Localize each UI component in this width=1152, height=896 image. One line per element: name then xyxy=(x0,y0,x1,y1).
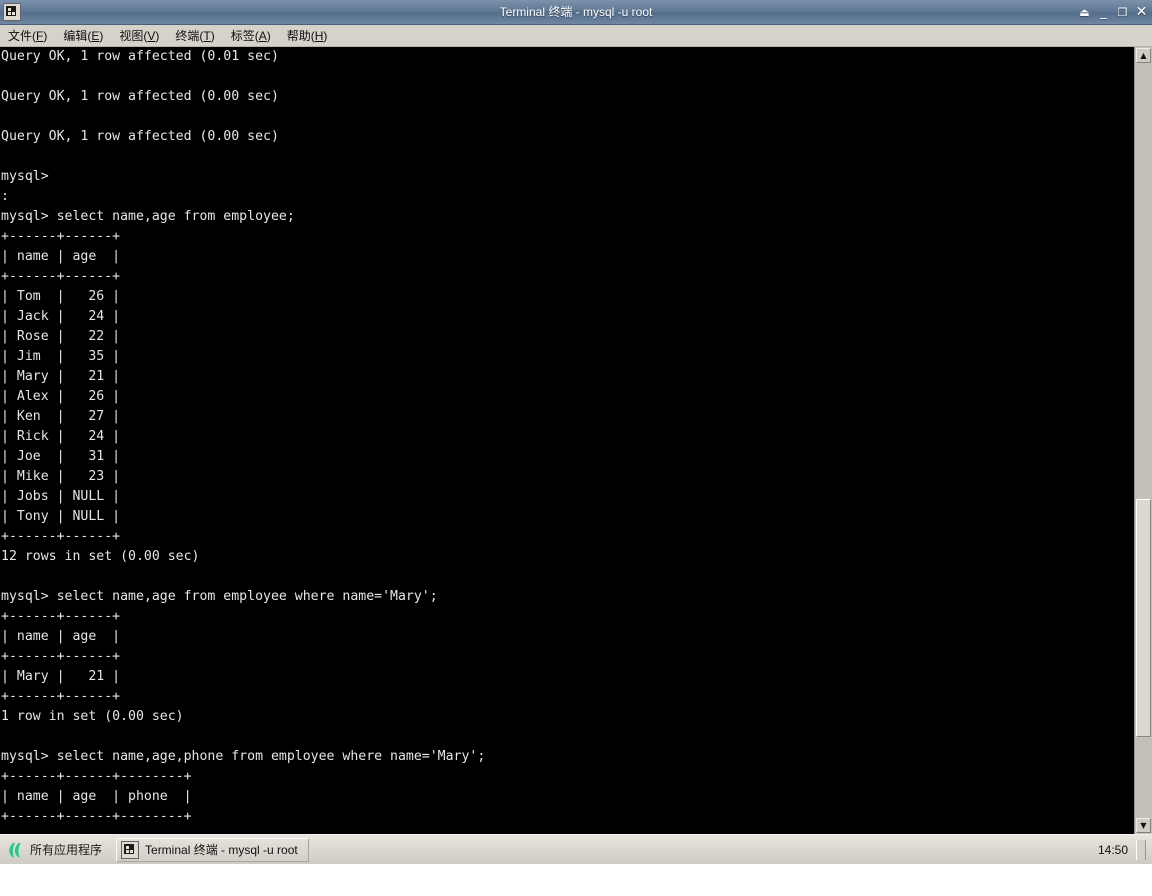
terminal-line: | name | age | xyxy=(1,249,121,264)
terminal-line: 1 row in set (0.00 sec) xyxy=(1,709,184,724)
close-button[interactable]: ✕ xyxy=(1133,3,1150,21)
menu-item-help[interactable]: 帮助(H) xyxy=(287,25,336,46)
terminal-line: | Jobs | NULL | xyxy=(1,489,121,504)
terminal-line: mysql> select name,age,phone from employ… xyxy=(1,749,486,764)
menu-tail-file: ) xyxy=(43,29,48,43)
terminal-line: +------+------+ xyxy=(1,649,121,664)
menu-item-tabs[interactable]: 标签(A) xyxy=(231,25,279,46)
menu-item-terminal[interactable]: 终端(T) xyxy=(175,25,222,46)
terminal-line: | Jim | 35 | xyxy=(1,349,121,364)
terminal-line: | Alex | 26 | xyxy=(1,389,121,404)
menu-label-help: 帮助( xyxy=(286,29,315,43)
leaf-logo-icon xyxy=(6,841,24,859)
terminal-line: Query OK, 1 row affected (0.00 sec) xyxy=(1,129,279,144)
scroll-up-icon[interactable]: ▲ xyxy=(1136,48,1151,63)
terminal-output[interactable]: Query OK, 1 row affected (0.01 sec) Quer… xyxy=(0,47,1134,834)
terminal-line: +------+------+ xyxy=(1,529,121,544)
menu-label-tabs: 标签( xyxy=(230,29,259,43)
window-title: Terminal 终端 - mysql -u root xyxy=(499,5,653,19)
terminal-line: 12 rows in set (0.00 sec) xyxy=(1,549,200,564)
shade-button[interactable]: ⏏ xyxy=(1076,3,1093,21)
terminal-line: | name | age | xyxy=(1,629,121,644)
terminal-line: | Mary | 21 | xyxy=(1,669,121,684)
all-applications-button[interactable]: 所有应用程序 xyxy=(2,837,110,863)
menu-item-file[interactable]: 文件(F) xyxy=(8,25,55,46)
terminal-line: | name | age | phone | xyxy=(1,789,192,804)
all-applications-label: 所有应用程序 xyxy=(30,843,103,857)
terminal-line: | Rick | 24 | xyxy=(1,429,121,444)
terminal-line: +------+------+ xyxy=(1,269,121,284)
menubar: 文件(F) 编辑(E) 视图(V) 终端(T) 标签(A) 帮助(H) xyxy=(0,25,1152,47)
terminal-line: +------+------+--------+ xyxy=(1,769,192,784)
terminal-line: : xyxy=(1,189,9,204)
menu-tail-view: ) xyxy=(155,29,160,43)
terminal-line: +------+------+--------+ xyxy=(1,809,192,824)
terminal-line: | Ken | 27 | xyxy=(1,409,121,424)
scroll-down-icon[interactable]: ▼ xyxy=(1136,818,1151,833)
terminal-area: Query OK, 1 row affected (0.01 sec) Quer… xyxy=(0,47,1152,834)
terminal-line: | Mike | 23 | xyxy=(1,469,121,484)
terminal-line: Query OK, 1 row affected (0.00 sec) xyxy=(1,89,279,104)
menu-tail-edit: ) xyxy=(99,29,104,43)
menu-mnemonic-terminal: T xyxy=(203,29,211,43)
terminal-scrollbar[interactable]: ▲ ▼ xyxy=(1134,47,1152,834)
window-titlebar[interactable]: Terminal 终端 - mysql -u root ⏏ _ ❐ ✕ xyxy=(0,0,1152,25)
minimize-button[interactable]: _ xyxy=(1095,3,1112,21)
terminal-icon xyxy=(121,840,140,859)
system-tray: 14:50 xyxy=(1098,839,1152,860)
taskbar-window-button[interactable]: Terminal 终端 - mysql -u root xyxy=(116,837,309,862)
terminal-line: mysql> select name,age from employee whe… xyxy=(1,589,438,604)
menu-tail-terminal: ) xyxy=(210,29,215,43)
desktop: Terminal 终端 - mysql -u root ⏏ _ ❐ ✕ 文件(F… xyxy=(0,0,1152,896)
menu-label-file: 文件( xyxy=(8,29,36,43)
taskbar: 所有应用程序 Terminal 终端 - mysql -u root 14:50 xyxy=(0,834,1152,864)
terminal-line: | Tom | 26 | xyxy=(1,289,121,304)
maximize-button[interactable]: ❐ xyxy=(1114,3,1131,21)
terminal-line: | Mary | 21 | xyxy=(1,369,121,384)
menu-label-edit: 编辑( xyxy=(63,29,92,43)
menu-label-terminal: 终端( xyxy=(175,29,204,43)
terminal-line: | Joe | 31 | xyxy=(1,449,121,464)
terminal-line: mysql> xyxy=(1,169,49,184)
scrollbar-thumb[interactable] xyxy=(1136,499,1151,737)
terminal-line: +------+------+ xyxy=(1,609,121,624)
menu-mnemonic-tabs: A xyxy=(258,29,267,43)
terminal-line: | Jack | 24 | xyxy=(1,309,121,324)
window-controls: ⏏ _ ❐ ✕ xyxy=(1076,0,1150,24)
terminal-line: Query OK, 1 row affected (0.01 sec) xyxy=(1,49,279,64)
menu-tail-tabs: ) xyxy=(266,29,271,43)
menu-tail-help: ) xyxy=(323,29,328,43)
menu-item-edit[interactable]: 编辑(E) xyxy=(63,25,111,46)
terminal-line: mysql> select name,age from employee; xyxy=(1,209,295,224)
menu-label-view: 视图( xyxy=(119,29,148,43)
terminal-icon xyxy=(3,3,21,21)
terminal-window: Terminal 终端 - mysql -u root ⏏ _ ❐ ✕ 文件(F… xyxy=(0,0,1152,834)
clock[interactable]: 14:50 xyxy=(1098,843,1136,857)
terminal-line: | Tony | NULL | xyxy=(1,509,121,524)
taskbar-window-label: Terminal 终端 - mysql -u root xyxy=(145,843,298,857)
terminal-line: | Rose | 22 | xyxy=(1,329,121,344)
menu-item-view[interactable]: 视图(V) xyxy=(119,25,167,46)
terminal-line: +------+------+ xyxy=(1,689,121,704)
desktop-background xyxy=(0,864,1152,896)
terminal-line: +------+------+ xyxy=(1,229,121,244)
resize-grip[interactable] xyxy=(1136,839,1146,860)
